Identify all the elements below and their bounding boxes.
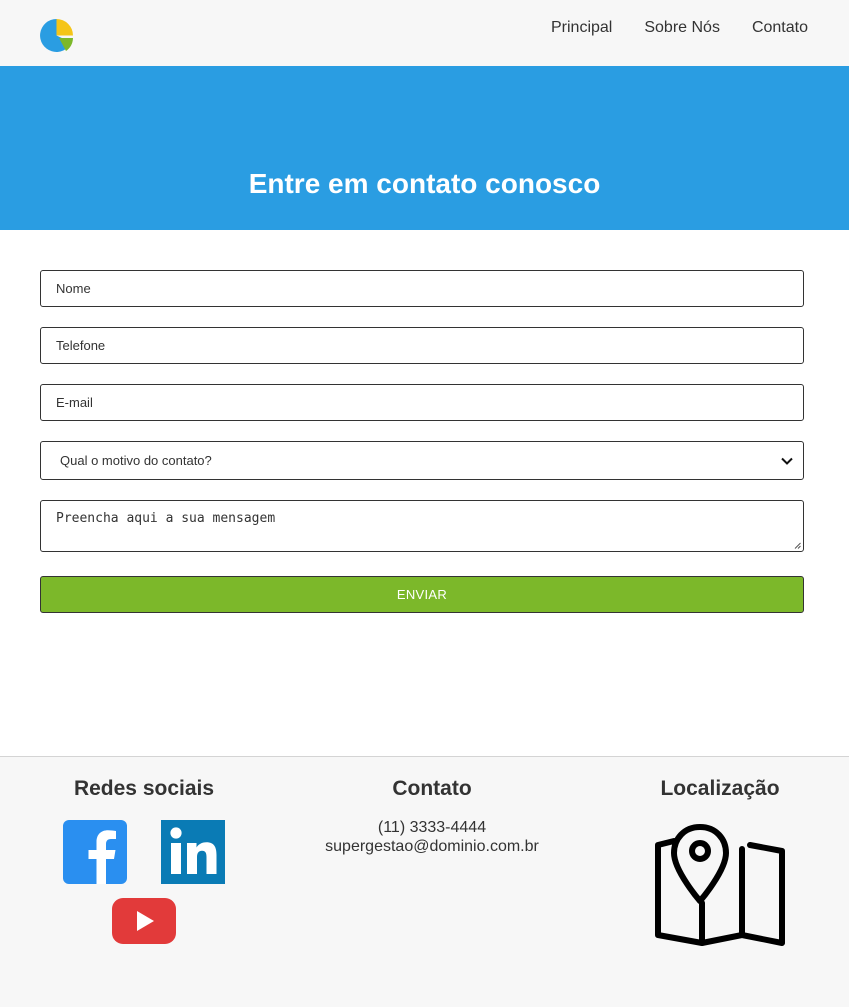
chevron-down-icon [781, 457, 793, 465]
linkedin-icon[interactable] [161, 820, 225, 884]
pie-chart-logo-icon[interactable] [40, 19, 73, 52]
message-textarea[interactable]: Preencha aqui a sua mensagem [40, 500, 804, 552]
phone-input[interactable]: Telefone [40, 327, 804, 364]
contact-reason-selected: Qual o motivo do contato? [60, 453, 212, 468]
name-placeholder: Nome [56, 281, 91, 296]
contact-title: Contato [392, 777, 472, 800]
social-title: Redes sociais [73, 777, 215, 800]
email-input[interactable]: E-mail [40, 384, 804, 421]
message-placeholder: Preencha aqui a sua mensagem [56, 511, 276, 526]
facebook-icon[interactable] [63, 820, 127, 884]
youtube-icon[interactable] [112, 898, 176, 944]
nav-link-sobre-nos[interactable]: Sobre Nós [644, 19, 720, 37]
hero-banner: Entre em contato conosco [0, 66, 849, 230]
main-nav: Principal Sobre Nós Contato [551, 19, 808, 37]
top-navbar: Principal Sobre Nós Contato [0, 0, 849, 66]
nav-link-contato[interactable]: Contato [752, 19, 808, 37]
page-title: Entre em contato conosco [248, 168, 601, 199]
email-placeholder: E-mail [56, 395, 93, 410]
contact-email[interactable]: supergestao@dominio.com.br [282, 838, 582, 856]
name-input[interactable]: Nome [40, 270, 804, 307]
location-title: Localização [660, 777, 780, 800]
phone-placeholder: Telefone [56, 338, 106, 353]
resize-handle-icon[interactable] [794, 542, 801, 549]
contact-form: Nome Telefone E-mail Qual o motivo do co… [0, 230, 849, 756]
contact-reason-select[interactable]: Qual o motivo do contato? [40, 441, 804, 480]
footer: Redes sociais Contato (11) 3333-4444 sup… [0, 756, 849, 1007]
submit-button[interactable]: ENVIAR [40, 576, 804, 613]
map-pin-icon[interactable] [654, 823, 786, 947]
nav-link-principal[interactable]: Principal [551, 19, 612, 37]
contact-phone: (11) 3333-4444 [377, 819, 487, 836]
